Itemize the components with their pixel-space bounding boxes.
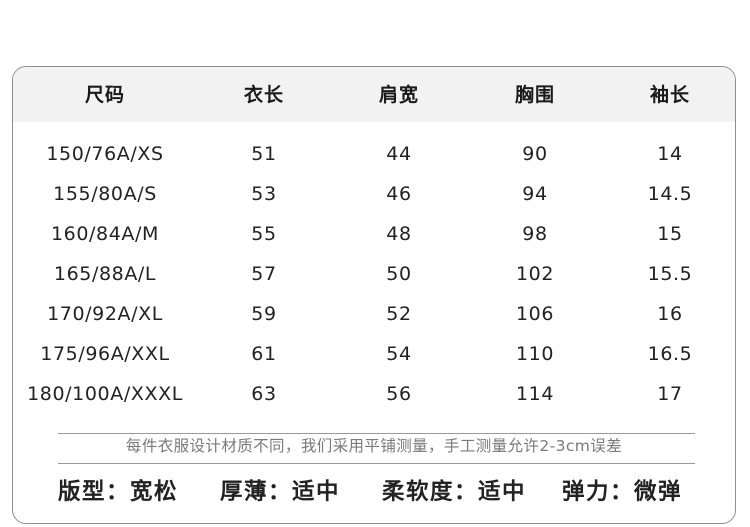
cell-length: 61 [251, 343, 277, 365]
table-row: 160/84A/M 55 48 98 15 [13, 214, 735, 254]
cell-shoulder: 50 [386, 263, 412, 285]
cell-chest: 90 [522, 143, 548, 165]
cell-chest: 114 [515, 383, 555, 405]
cell-chest: 94 [522, 183, 548, 205]
note-top-divider [58, 433, 695, 434]
cell-shoulder: 56 [386, 383, 412, 405]
cell-sleeve: 16.5 [647, 343, 693, 365]
cell-size: 170/92A/XL [47, 303, 163, 325]
property-fit: 版型：宽松 [58, 479, 179, 505]
cell-sleeve: 17 [657, 383, 683, 405]
cell-length: 51 [251, 143, 277, 165]
table-row: 165/88A/L 57 50 102 15.5 [13, 254, 735, 294]
cell-chest: 106 [515, 303, 555, 325]
cell-sleeve: 15 [657, 223, 683, 245]
header-sleeve: 袖长 [649, 84, 691, 106]
table-row: 180/100A/XXXL 63 56 114 17 [13, 374, 735, 414]
measurement-note: 每件衣服设计材质不同，我们采用平铺测量，手工测量允许2-3cm误差 [125, 437, 623, 455]
cell-sleeve: 15.5 [647, 263, 693, 285]
cell-sleeve: 14 [657, 143, 683, 165]
cell-length: 53 [251, 183, 277, 205]
property-softness: 柔软度：适中 [382, 479, 527, 505]
cell-length: 59 [251, 303, 277, 325]
header-length: 衣长 [243, 84, 285, 106]
header-chest: 胸围 [514, 84, 556, 106]
cell-size: 175/96A/XXL [40, 343, 170, 365]
cell-sleeve: 14.5 [647, 183, 693, 205]
cell-shoulder: 44 [386, 143, 412, 165]
table-row: 175/96A/XXL 61 54 110 16.5 [13, 334, 735, 374]
table-row: 150/76A/XS 51 44 90 14 [13, 134, 735, 174]
cell-length: 55 [251, 223, 277, 245]
cell-size: 165/88A/L [53, 263, 157, 285]
cell-shoulder: 46 [386, 183, 412, 205]
cell-length: 57 [251, 263, 277, 285]
cell-size: 150/76A/XS [46, 143, 164, 165]
property-thickness: 厚薄：适中 [220, 479, 341, 505]
cell-size: 180/100A/XXXL [27, 383, 183, 405]
cell-length: 63 [251, 383, 277, 405]
cell-shoulder: 54 [386, 343, 412, 365]
property-elasticity: 弹力：微弹 [562, 479, 683, 505]
cell-size: 160/84A/M [50, 223, 160, 245]
cell-sleeve: 16 [657, 303, 683, 325]
cell-shoulder: 48 [386, 223, 412, 245]
table-header-row: 尺码 衣长 肩宽 胸围 袖长 [13, 67, 735, 122]
cell-chest: 102 [515, 263, 555, 285]
note-bottom-divider [58, 463, 695, 464]
header-size: 尺码 [84, 84, 126, 106]
cell-chest: 98 [522, 223, 548, 245]
cell-chest: 110 [515, 343, 555, 365]
header-shoulder: 肩宽 [378, 84, 420, 106]
table-row: 155/80A/S 53 46 94 14.5 [13, 174, 735, 214]
size-chart-card: 尺码 衣长 肩宽 胸围 袖长 150/76A/XS 51 44 90 14 15… [12, 66, 736, 524]
cell-size: 155/80A/S [53, 183, 157, 205]
table-row: 170/92A/XL 59 52 106 16 [13, 294, 735, 334]
cell-shoulder: 52 [386, 303, 412, 325]
